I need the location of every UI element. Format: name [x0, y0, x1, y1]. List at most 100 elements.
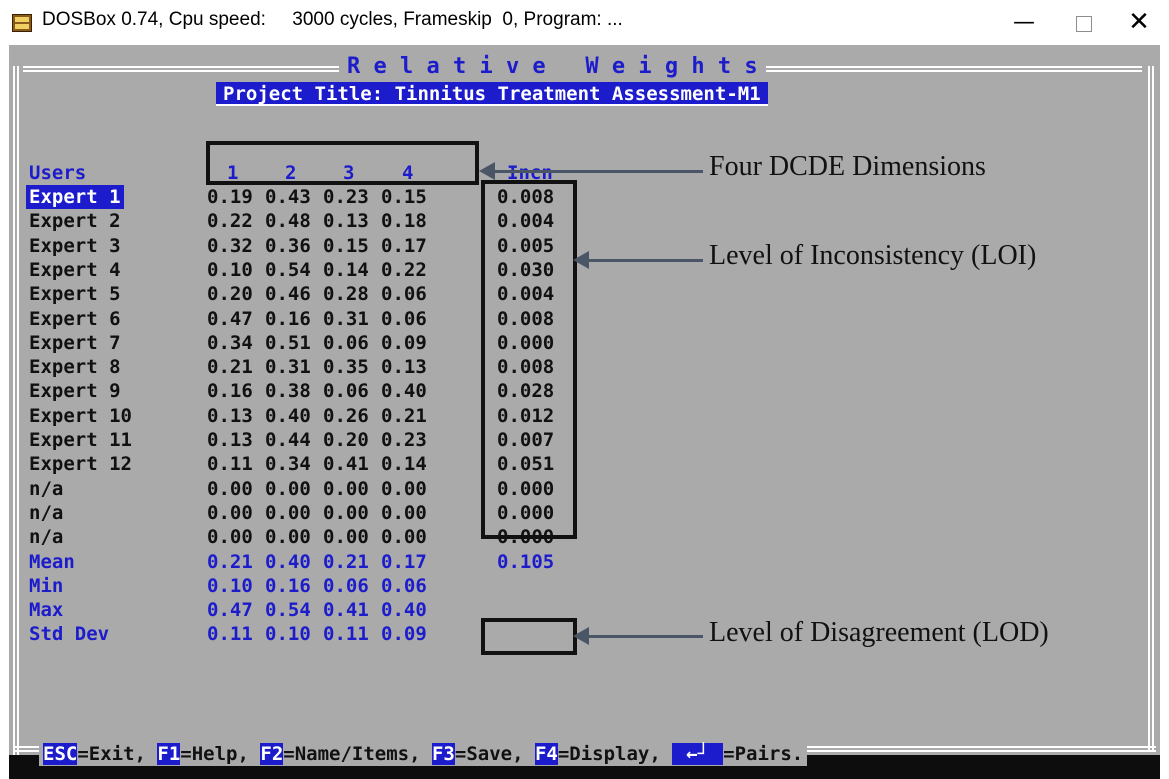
table-row-5-label[interactable]: Expert 5: [29, 282, 121, 306]
f3-key[interactable]: F3: [431, 743, 455, 765]
table-row-11-cell-1: 0.13: [207, 429, 253, 451]
table-row-6-cell-4: 0.06: [381, 307, 427, 330]
enter-key-label: =Pairs.: [723, 743, 804, 765]
table-row-9-label[interactable]: Expert 9: [29, 379, 121, 403]
dimensions-highlight-box: [206, 141, 479, 185]
table-row-12-cell-2: 0.34: [265, 453, 311, 476]
dosbox-icon[interactable]: [12, 14, 32, 32]
table-row-8-label[interactable]: Expert 8: [29, 355, 121, 379]
stats-row-1-label[interactable]: Mean: [29, 550, 75, 574]
stats-row-1-cell-4: 0.17: [381, 550, 427, 573]
enter-key-icon[interactable]: ←┘: [672, 743, 724, 765]
table-row-3-label[interactable]: Expert 3: [29, 234, 121, 258]
table-row-9-cell-4: 0.40: [381, 380, 427, 403]
table-row-4-cell-4: 0.22: [381, 258, 427, 281]
table-row-13-cell-1: 0.00: [207, 477, 253, 500]
stats-row-4-cell-3: 0.11: [323, 623, 369, 646]
f2-key[interactable]: F2: [260, 743, 284, 765]
f1-key[interactable]: F1: [157, 743, 181, 765]
stats-row-2-cell-3: 0.06: [323, 574, 369, 597]
stats-row-2-cell-4: 0.06: [381, 574, 427, 597]
table-row-3-cell-1: 0.32: [207, 234, 253, 257]
table-row-10-cell-4: 0.21: [381, 404, 427, 427]
table-row-8-cell-3: 0.35: [323, 356, 369, 379]
table-row-3-cell-4: 0.17: [381, 234, 427, 257]
table-row-14-cell-2: 0.00: [265, 501, 311, 524]
f4-key[interactable]: F4: [534, 743, 558, 765]
table-row-5-cell-3: 0.28: [323, 283, 369, 306]
table-row-10-label[interactable]: Expert 10: [29, 404, 132, 428]
table-row-10-cell-2: 0.40: [265, 404, 311, 427]
table-row-6-cell-2: 0.16: [265, 307, 311, 330]
table-row-1-cell-1: 0.19: [207, 186, 253, 208]
esc-key-label: =Exit,: [77, 743, 158, 765]
window-title-bar: DOSBox 0.74, Cpu speed: 3000 cycles, Fra…: [0, 0, 1169, 45]
table-row-1-label[interactable]: Expert 1: [26, 185, 124, 209]
table-row-14-cell-4: 0.00: [381, 501, 427, 524]
stats-row-4-cell-1: 0.11: [207, 623, 253, 646]
esc-key[interactable]: ESC: [43, 743, 78, 765]
table-row-3-cell-2: 0.36: [265, 234, 311, 257]
stats-row-3-label[interactable]: Max: [29, 598, 63, 622]
lod-annotation: Level of Disagreement (LOD): [709, 617, 1049, 649]
table-row-6-label[interactable]: Expert 6: [29, 307, 121, 331]
table-row-14-label[interactable]: n/a: [29, 501, 63, 525]
table-row-7-cell-1: 0.34: [207, 331, 253, 354]
table-row-8-cell-1: 0.21: [207, 356, 253, 379]
stats-row-2-cell-1: 0.10: [207, 574, 253, 597]
stats-row-1-cell-2: 0.40: [265, 550, 311, 573]
table-row-11-cell-3: 0.20: [323, 429, 369, 451]
minimize-button[interactable]: —: [994, 0, 1054, 45]
table-row-3-cell-3: 0.15: [323, 234, 369, 257]
loi-annotation: Level of Inconsistency (LOI): [709, 240, 1037, 272]
table-row-15-cell-4: 0.00: [381, 526, 427, 549]
maximize-icon: [1076, 15, 1092, 32]
table-row-13-cell-3: 0.00: [323, 477, 369, 500]
window-title: DOSBox 0.74, Cpu speed: 3000 cycles, Fra…: [42, 9, 623, 30]
table-row-4-cell-2: 0.54: [265, 258, 311, 281]
table-row-9-cell-3: 0.06: [323, 380, 369, 403]
stats-row-2-label[interactable]: Min: [29, 574, 63, 598]
project-title: Project Title: Tinnitus Treatment Assess…: [216, 82, 768, 106]
table-row-8-cell-2: 0.31: [265, 356, 311, 379]
table-row-6-cell-1: 0.47: [207, 307, 253, 330]
table-row-1-cell-3: 0.23: [323, 186, 369, 208]
table-row-15-label[interactable]: n/a: [29, 525, 63, 549]
table-row-7-cell-4: 0.09: [381, 331, 427, 354]
screen-heading: R e l a t i v e W e i g h t s: [339, 54, 766, 80]
maximize-button[interactable]: [1054, 0, 1114, 45]
close-button[interactable]: ✕: [1109, 0, 1169, 45]
table-row-12-label[interactable]: Expert 12: [29, 452, 132, 476]
stats-row-3-cell-4: 0.40: [381, 599, 427, 622]
dimensions-arrow: [479, 162, 703, 180]
table-row-4-cell-1: 0.10: [207, 258, 253, 281]
table-row-14-cell-1: 0.00: [207, 501, 253, 524]
function-key-bar: ESC=Exit, F1=Help, F2=Name/Items, F3=Sav…: [39, 742, 808, 766]
users-column-header: Users: [29, 162, 87, 184]
table-row-4-label[interactable]: Expert 4: [29, 258, 121, 282]
table-row-15-cell-2: 0.00: [265, 526, 311, 549]
table-row-5-cell-1: 0.20: [207, 283, 253, 306]
f2-key-label: =Name/Items,: [283, 743, 432, 765]
table-row-1-cell-2: 0.43: [265, 186, 311, 208]
table-row-9-cell-1: 0.16: [207, 380, 253, 403]
dimensions-annotation: Four DCDE Dimensions: [709, 151, 986, 183]
table-row-7-label[interactable]: Expert 7: [29, 331, 121, 355]
table-row-12-cell-3: 0.41: [323, 453, 369, 476]
table-row-2-label[interactable]: Expert 2: [29, 209, 121, 233]
table-row-4-cell-3: 0.14: [323, 258, 369, 281]
table-row-8-cell-4: 0.13: [381, 356, 427, 379]
table-row-2-cell-4: 0.18: [381, 210, 427, 233]
frame-right-border: [1148, 66, 1154, 752]
table-row-11-label[interactable]: Expert 11: [29, 428, 132, 452]
dos-screen: R e l a t i v e W e i g h t s Project Ti…: [9, 45, 1160, 779]
table-row-12-cell-1: 0.11: [207, 453, 253, 476]
stats-row-4-label[interactable]: Std Dev: [29, 622, 109, 646]
f4-key-label: =Display,: [557, 743, 673, 765]
table-row-14-cell-3: 0.00: [323, 501, 369, 524]
table-row-10-cell-3: 0.26: [323, 404, 369, 427]
table-row-13-label[interactable]: n/a: [29, 477, 63, 501]
f1-key-label: =Help,: [180, 743, 261, 765]
table-row-15-cell-3: 0.00: [323, 526, 369, 549]
table-row-11-cell-4: 0.23: [381, 429, 427, 451]
